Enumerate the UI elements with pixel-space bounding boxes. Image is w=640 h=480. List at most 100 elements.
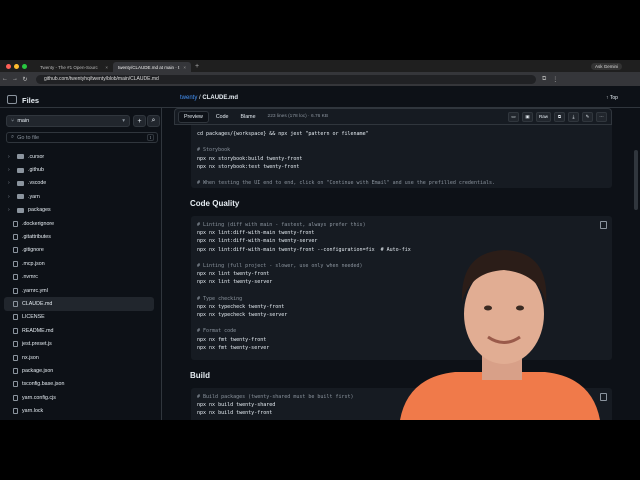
search-icon: ⌕ xyxy=(11,134,15,140)
file-icon xyxy=(13,408,18,415)
top-button[interactable]: ↑ Top xyxy=(606,95,618,101)
tab-label: twenty/CLAUDE.md at main · t xyxy=(118,64,180,70)
presenter-right-eye xyxy=(516,305,524,311)
top-label: Top xyxy=(609,95,618,101)
raw-button[interactable]: Raw xyxy=(535,111,551,122)
tab-label: Twenty - The #1 Open-Sourc xyxy=(40,64,98,70)
folder-icon xyxy=(17,194,24,200)
browser-tab-twenty[interactable]: Twenty - The #1 Open-Sourc × xyxy=(35,62,113,72)
chevron-right-icon[interactable]: › xyxy=(8,167,13,173)
file-tree-item-label: LICENSE xyxy=(22,314,45,321)
maximize-window-button[interactable] xyxy=(22,63,27,69)
file-tree-item[interactable]: jest.preset.js xyxy=(0,337,160,350)
forward-icon[interactable]: → xyxy=(10,76,20,82)
copy-icon[interactable] xyxy=(600,393,607,401)
copy-icon[interactable]: ⧉ xyxy=(554,111,565,122)
preview-icon[interactable]: ▣ xyxy=(521,111,533,122)
file-tree-item[interactable]: .mcp.json xyxy=(0,257,160,270)
chevron-down-icon: ▾ xyxy=(122,118,125,124)
folder-icon xyxy=(17,167,24,173)
symbols-icon[interactable]: ▭ xyxy=(507,111,519,122)
file-tree-item[interactable]: .nvmrc xyxy=(0,271,160,284)
chevron-right-icon[interactable]: › xyxy=(8,180,13,186)
file-tree: › .cursor › .github › .vscode › .yarn › packages.… xyxy=(0,150,160,418)
file-tree-item[interactable]: › .yarn xyxy=(0,190,160,203)
tab-preview[interactable]: Preview xyxy=(178,110,209,123)
file-tree-item[interactable]: › packages xyxy=(0,204,160,217)
presenter-left-eye xyxy=(484,305,492,311)
file-tree-item[interactable]: package.json xyxy=(0,364,160,377)
chevron-right-icon[interactable]: › xyxy=(8,154,13,160)
file-tree-item[interactable]: yarn.lock xyxy=(0,404,160,417)
chevron-right-icon[interactable]: › xyxy=(8,207,13,213)
file-tree-item-label: yarn.lock xyxy=(22,408,44,415)
file-tree-item[interactable]: .gitattributes xyxy=(0,230,160,243)
branch-icon: ⑂ xyxy=(11,118,15,124)
file-tree-item[interactable]: .gitignore xyxy=(0,244,160,257)
more-options-icon[interactable]: ⋯ xyxy=(596,111,607,122)
copy-icon[interactable] xyxy=(600,221,607,229)
code-line: # Linting (diff with main - fastest, alw… xyxy=(197,222,366,228)
file-tree-item[interactable]: › .vscode xyxy=(0,177,160,190)
sidebar-toggle-icon[interactable] xyxy=(7,95,17,104)
breadcrumb-repo-link[interactable]: twenty xyxy=(180,95,197,101)
close-tab-icon[interactable]: × xyxy=(183,65,186,70)
file-tree-item[interactable]: CLAUDE.md xyxy=(4,297,154,311)
close-tab-icon[interactable]: × xyxy=(105,65,108,70)
edit-icon[interactable]: ✎ xyxy=(582,111,593,122)
file-icon xyxy=(13,394,18,401)
heading-build: Build xyxy=(190,371,210,380)
browser-tab-claude[interactable]: twenty/CLAUDE.md at main · t × xyxy=(113,62,191,72)
file-icon xyxy=(13,287,18,294)
file-icon xyxy=(13,234,18,241)
reload-icon[interactable]: ↻ xyxy=(20,76,30,83)
file-tree-item[interactable]: tsconfig.base.json xyxy=(0,378,160,391)
file-tree-item[interactable]: nx.json xyxy=(0,351,160,364)
tab-code[interactable]: Code xyxy=(211,112,234,122)
file-tree-item-label: yarn.config.cjs xyxy=(22,394,56,401)
new-tab-button[interactable]: + xyxy=(195,63,199,70)
file-actions: ▭ ▣ Raw ⧉ ⤓ ✎ ⋯ xyxy=(507,111,607,122)
back-icon[interactable]: ← xyxy=(0,76,10,82)
close-window-button[interactable] xyxy=(6,63,11,69)
extensions-icon[interactable]: ⧉ xyxy=(542,76,546,83)
code-line: # Storybook xyxy=(197,147,231,154)
page-scrollbar[interactable] xyxy=(634,150,638,210)
file-tree-item[interactable]: README.md xyxy=(0,324,160,337)
file-tree-item-label: package.json xyxy=(22,367,54,374)
menu-icon[interactable]: ⋮ xyxy=(552,76,558,83)
file-tree-item[interactable]: yarn.config.cjs xyxy=(0,391,160,404)
tab-blame[interactable]: Blame xyxy=(236,112,261,122)
file-tree-item-label: nx.json xyxy=(22,354,39,361)
file-tree-item-label: .mcp.json xyxy=(22,260,45,267)
breadcrumb: twenty / CLAUDE.md xyxy=(180,95,238,101)
code-line: npx nx storybook:test twenty-front xyxy=(197,163,300,170)
file-tree-item-label: .gitattributes xyxy=(22,234,51,241)
folder-icon xyxy=(17,180,24,186)
file-icon xyxy=(13,314,18,321)
file-tree-item[interactable]: LICENSE xyxy=(0,311,160,324)
file-icon xyxy=(13,247,18,254)
file-tree-item[interactable]: .dockerignore xyxy=(0,217,160,230)
go-to-file-input[interactable]: ⌕ Go to file t xyxy=(6,132,158,143)
file-tree-item-label: .github xyxy=(28,167,44,174)
address-bar-row: ← → ↻ github.com/twentyhq/twenty/blob/ma… xyxy=(0,72,640,86)
github-header xyxy=(0,86,640,108)
minimize-window-button[interactable] xyxy=(14,63,19,69)
chevron-right-icon[interactable]: › xyxy=(8,194,13,200)
file-tree-item[interactable]: › .cursor xyxy=(0,150,160,163)
branch-selector[interactable]: ⑂ main ▾ xyxy=(6,115,130,127)
file-tree-item[interactable]: › .github xyxy=(0,163,160,176)
browser-tab-bar: Twenty - The #1 Open-Sourc × twenty/CLAUD… xyxy=(0,60,640,72)
add-file-button[interactable]: + xyxy=(133,115,146,127)
file-tree-item-label: .gitignore xyxy=(22,247,44,254)
file-icon xyxy=(13,300,18,307)
file-tree-item[interactable]: .yarnrc.yml xyxy=(0,284,160,297)
search-button[interactable]: ⌕ xyxy=(147,115,160,127)
ask-gemini-button[interactable]: Ask Gemini xyxy=(590,62,622,70)
file-icon xyxy=(13,274,18,281)
download-icon[interactable]: ⤓ xyxy=(568,111,579,122)
url-field[interactable]: github.com/twentyhq/twenty/blob/main/CLA… xyxy=(36,74,536,84)
file-tree-item-label: .nvmrc xyxy=(22,274,38,281)
